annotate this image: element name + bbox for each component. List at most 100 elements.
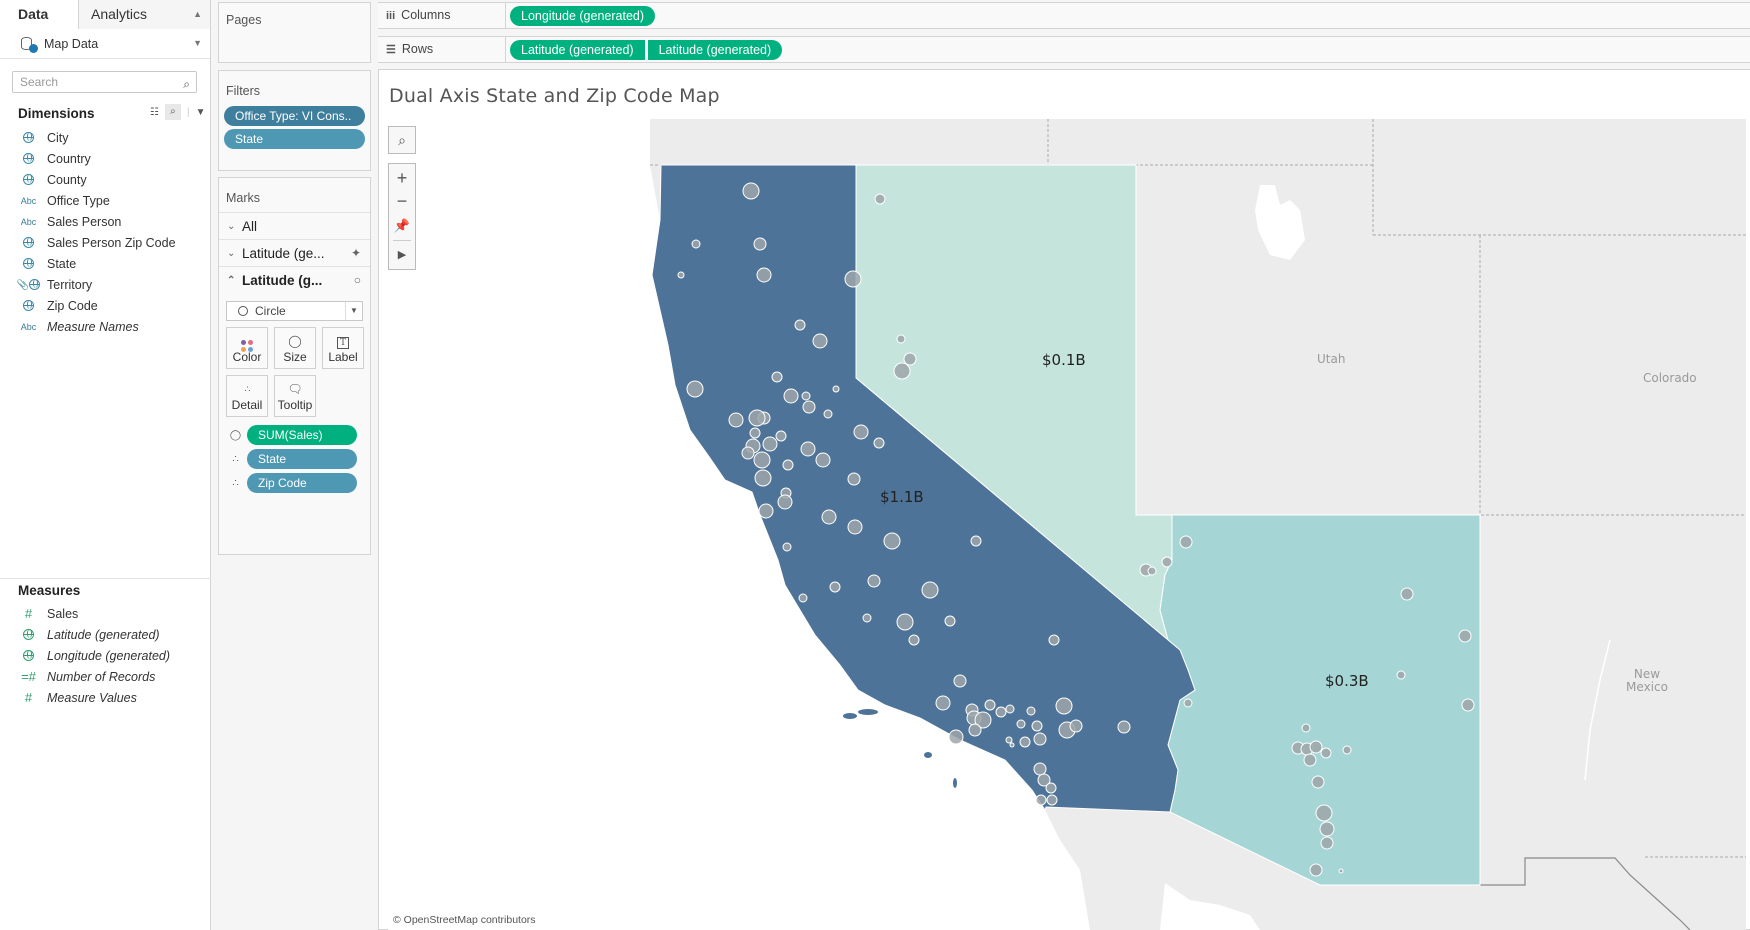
field-item[interactable]: Abc Office Type [0, 190, 210, 211]
zip-circle-mark[interactable] [1046, 794, 1058, 806]
field-item[interactable]: # Measure Values [0, 687, 210, 708]
zip-circle-mark[interactable] [783, 388, 799, 404]
zip-circle-mark[interactable] [1147, 566, 1157, 576]
filter-pill-state[interactable]: State [224, 129, 365, 149]
zip-circle-mark[interactable] [812, 333, 828, 349]
zip-circle-mark[interactable] [1005, 704, 1015, 714]
zip-circle-mark[interactable] [1303, 753, 1317, 767]
zip-circle-mark[interactable] [853, 424, 869, 440]
zip-circle-mark[interactable] [1009, 742, 1015, 748]
zip-circle-mark[interactable] [862, 613, 872, 623]
zip-circle-mark[interactable] [748, 409, 766, 427]
zip-circle-mark[interactable] [1048, 634, 1060, 646]
zip-circle-mark[interactable] [1342, 745, 1352, 755]
zip-circle-mark[interactable] [874, 193, 886, 205]
zip-circle-mark[interactable] [1035, 794, 1047, 806]
zip-circle-mark[interactable] [686, 380, 704, 398]
encoding-pill-sum-sales[interactable]: SUM(Sales) [247, 425, 357, 445]
color-button[interactable]: Color [226, 327, 268, 369]
zip-circle-mark[interactable] [847, 519, 863, 535]
zip-circle-mark[interactable] [935, 695, 951, 711]
field-item[interactable]: County [0, 169, 210, 190]
zip-circle-mark[interactable] [800, 441, 816, 457]
zip-circle-mark[interactable] [1396, 670, 1406, 680]
field-item[interactable]: Latitude (generated) [0, 624, 210, 645]
zip-circle-mark[interactable] [1045, 782, 1057, 794]
zip-circle-mark[interactable] [782, 459, 794, 471]
marks-row-latitude-map[interactable]: ⌄ Latitude (ge... ✦ [219, 239, 370, 266]
field-item[interactable]: # Sales [0, 603, 210, 624]
field-search-input[interactable]: Search ⌕ [12, 71, 197, 93]
zip-circle-mark[interactable] [1338, 868, 1344, 874]
zip-circle-mark[interactable] [1005, 736, 1013, 744]
zip-circle-mark[interactable] [1117, 720, 1131, 734]
zip-circle-mark[interactable] [801, 391, 811, 401]
zip-circle-mark[interactable] [1320, 747, 1332, 759]
field-item[interactable]: Zip Code [0, 295, 210, 316]
field-item[interactable]: Abc Sales Person [0, 211, 210, 232]
field-item[interactable]: Sales Person Zip Code [0, 232, 210, 253]
zip-circle-mark[interactable] [741, 446, 755, 460]
zip-circle-mark[interactable] [691, 239, 701, 249]
zip-circle-mark[interactable] [771, 371, 783, 383]
expand-toolbar-button[interactable]: ▶ [389, 243, 415, 267]
zip-circle-mark[interactable] [1315, 804, 1333, 822]
zip-circle-mark[interactable] [758, 503, 774, 519]
zip-circle-mark[interactable] [1069, 719, 1083, 733]
zip-circle-mark[interactable] [798, 593, 808, 603]
label-button[interactable]: T Label [322, 327, 364, 369]
tab-data[interactable]: Data [0, 0, 78, 29]
zip-circle-mark[interactable] [756, 267, 772, 283]
mark-type-dropdown[interactable]: Circle ▼ [226, 301, 363, 321]
zip-circle-mark[interactable] [903, 352, 917, 366]
rows-shelf[interactable]: ☰ Rows Latitude (generated) Latitude (gen… [378, 36, 1750, 63]
zip-circle-mark[interactable] [1161, 556, 1173, 568]
zip-circle-mark[interactable] [1033, 732, 1047, 746]
zip-circle-mark[interactable] [1301, 723, 1311, 733]
zip-circle-mark[interactable] [1016, 719, 1026, 729]
zip-circle-mark[interactable] [921, 581, 939, 599]
zip-circle-mark[interactable] [1309, 863, 1323, 877]
zip-circle-mark[interactable] [777, 494, 793, 510]
zoom-in-button[interactable]: + [389, 166, 415, 190]
list-view-icon[interactable]: ☷ [150, 107, 159, 118]
zip-circle-mark[interactable] [867, 574, 881, 588]
zip-circle-mark[interactable] [1183, 698, 1193, 708]
zip-circle-mark[interactable] [749, 427, 761, 439]
zip-circle-mark[interactable] [1026, 706, 1036, 716]
zip-circle-mark[interactable] [728, 412, 744, 428]
zip-circle-mark[interactable] [754, 469, 772, 487]
zip-circle-mark[interactable] [984, 699, 996, 711]
field-item[interactable]: Abc Measure Names [0, 316, 210, 337]
search-toggle-icon[interactable]: ⌕ [164, 104, 181, 120]
zip-circle-mark[interactable] [832, 385, 840, 393]
zip-circle-mark[interactable] [1031, 720, 1043, 732]
zip-circle-mark[interactable] [896, 334, 906, 344]
size-button[interactable]: ◯ Size [274, 327, 316, 369]
marks-row-latitude-circle[interactable]: ⌃ Latitude (g... ○ [219, 266, 370, 293]
zip-circle-mark[interactable] [753, 451, 771, 469]
zip-circle-mark[interactable] [802, 400, 816, 414]
filter-pill-office-type[interactable]: Office Type: VI Cons.. [224, 106, 365, 126]
zip-circle-mark[interactable] [1033, 762, 1047, 776]
updown-arrows-icon[interactable]: ▲ ▼ [193, 0, 202, 58]
zip-circle-mark[interactable] [742, 182, 760, 200]
zip-circle-mark[interactable] [847, 472, 861, 486]
marks-row-all[interactable]: ⌄ All [219, 212, 370, 239]
zip-circle-mark[interactable] [893, 362, 911, 380]
encoding-pill-state[interactable]: State [247, 449, 357, 469]
zip-circle-mark[interactable] [829, 581, 841, 593]
zip-circle-mark[interactable] [677, 271, 685, 279]
zip-circle-mark[interactable] [782, 542, 792, 552]
detail-button[interactable]: ∴ Detail [226, 375, 268, 417]
rows-pill-latitude-1[interactable]: Latitude (generated) [510, 40, 645, 60]
zip-circle-mark[interactable] [873, 437, 885, 449]
zip-circle-mark[interactable] [883, 532, 901, 550]
columns-shelf[interactable]: iii Columns Longitude (generated) [378, 2, 1750, 29]
field-item[interactable]: Country [0, 148, 210, 169]
menu-dropdown-icon[interactable]: ▼ [196, 107, 206, 118]
zip-circle-mark[interactable] [1019, 736, 1031, 748]
zip-circle-mark[interactable] [753, 237, 767, 251]
field-item[interactable]: City [0, 127, 210, 148]
encoding-pill-zip-code[interactable]: Zip Code [247, 473, 357, 493]
